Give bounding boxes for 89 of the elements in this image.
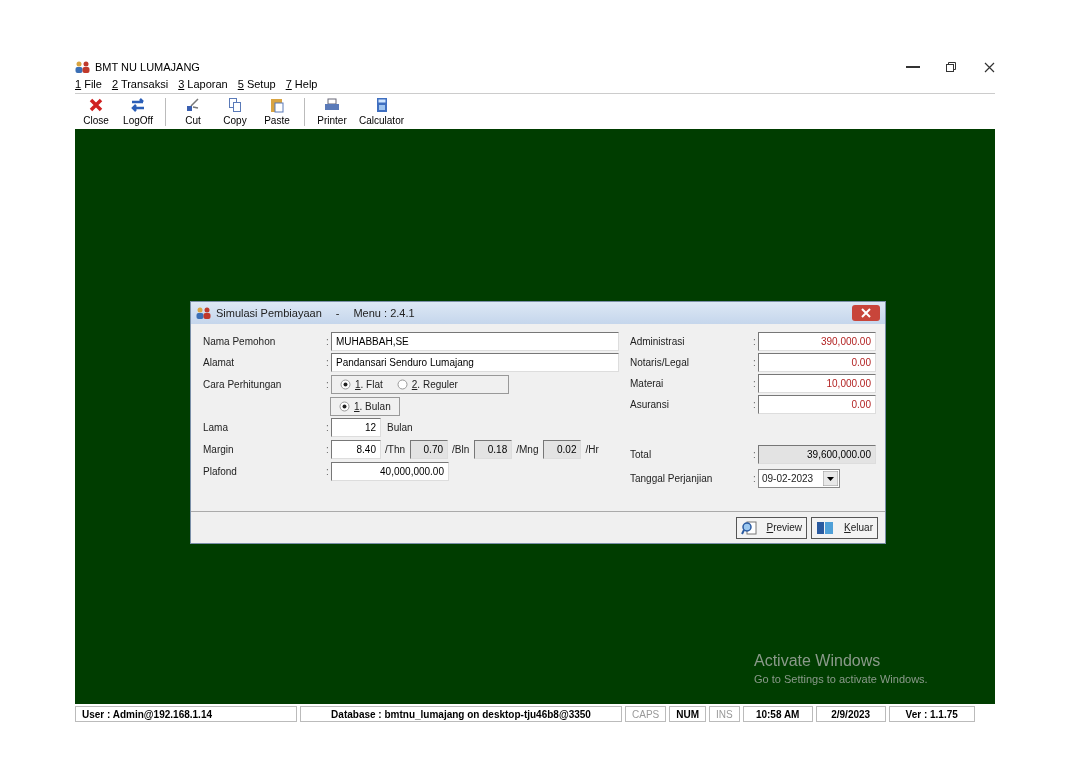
toolbar-button[interactable]: Printer (311, 96, 353, 127)
field-label: Total (630, 448, 653, 462)
unit-label: Bulan (387, 421, 413, 435)
colon-separator: : (753, 448, 756, 462)
field-label: Materai (630, 377, 665, 391)
unit-label: /Mng (516, 442, 539, 457)
field-label: Alamat (203, 356, 236, 370)
radio-circle-icon (339, 400, 350, 412)
text-field: 0.02 (543, 439, 582, 459)
field-label: Notaris/Legal (630, 356, 690, 370)
radio-circle-icon (340, 378, 351, 390)
field-label: Plafond (203, 464, 238, 479)
unit-label: /Thn (385, 442, 405, 457)
dropdown-arrow-icon[interactable] (823, 470, 838, 486)
clipboard-icon (269, 96, 285, 113)
text-field[interactable]: 0.00 (758, 395, 876, 414)
activation-hint: Go to Settings to activate Windows. (754, 672, 928, 687)
people-icon (75, 61, 91, 73)
colon-separator: : (753, 335, 756, 349)
unit-label: /Bln (452, 442, 470, 457)
toolbar-button[interactable]: Calculator (353, 96, 411, 127)
toolbar-button[interactable]: Cut (172, 96, 214, 127)
window-title: BMT NU LUMAJANG (95, 59, 200, 75)
dialog-title: Simulasi Pembiayaan (216, 305, 322, 321)
colon-separator: : (753, 377, 756, 391)
field-label: Asuransi (630, 398, 670, 412)
menu-code: Menu : 2.4.1 (353, 305, 415, 321)
field-label: Cara Perhitungan (203, 377, 283, 392)
status-panel: INS (709, 706, 740, 722)
exit-button[interactable]: Keluar (811, 516, 878, 539)
activation-title: Activate Windows (754, 651, 882, 671)
date-picker[interactable]: 09-02-2023 (758, 468, 840, 488)
status-panel: 10:58 AM (742, 706, 813, 722)
field-label: Administrasi (630, 335, 686, 349)
colon-separator: : (753, 398, 756, 412)
status-panel: NUM (669, 706, 706, 722)
radio-circle-icon (396, 378, 408, 390)
colon-separator: : (326, 356, 329, 370)
menu-item[interactable]: 3 Laporan (178, 76, 228, 93)
toolbar-button[interactable]: Copy (214, 96, 256, 127)
colon-separator: : (753, 356, 756, 370)
text-field[interactable]: MUHABBAH,SE (331, 332, 619, 351)
text-field[interactable]: Pandansari Senduro Lumajang (331, 353, 619, 372)
text-field[interactable]: 12 (331, 418, 381, 437)
field-label: Margin (203, 442, 235, 457)
menu-item[interactable]: 5 Setup (237, 76, 276, 93)
status-panel: CAPS (625, 706, 667, 722)
text-field[interactable]: 10,000.00 (758, 374, 876, 393)
menu-item[interactable]: 7 Help (285, 76, 318, 93)
field-label: Lama (203, 421, 229, 435)
status-panel: User : Admin@192.168.1.14 (75, 706, 297, 722)
radio-button[interactable]: 1. Bulan (339, 398, 391, 414)
text-field: 0.18 (474, 439, 513, 459)
preview-button[interactable]: Preview (735, 516, 808, 539)
status-panel: Ver : 1.1.75 (888, 706, 975, 722)
cross-icon (88, 96, 104, 113)
field-label: Tanggal Perjanjian (630, 471, 714, 486)
printer-icon (324, 96, 340, 113)
colon-separator: : (326, 442, 329, 457)
text-field[interactable]: 390,000.00 (758, 332, 876, 351)
colon-separator: : (326, 377, 329, 392)
colon-separator: : (326, 335, 329, 349)
toolbar-button[interactable]: Paste (256, 96, 298, 127)
colon-separator: : (326, 464, 329, 479)
close-icon[interactable] (984, 61, 995, 73)
toolbar-button[interactable]: LogOff (117, 96, 159, 127)
text-field[interactable]: 40,000,000.00 (331, 461, 449, 481)
scissors-icon (185, 96, 201, 113)
radio-button[interactable]: 1. Flat (340, 376, 383, 392)
status-panel: Database : bmtnu_lumajang on desktop-tju46b8@3350 (300, 706, 622, 722)
menu-item[interactable]: 2 Transaksi (111, 76, 169, 93)
people-icon (196, 307, 212, 319)
door-icon (816, 520, 835, 535)
restore-icon[interactable] (946, 62, 956, 72)
toolbar-button[interactable]: Close (75, 96, 117, 127)
magnifier-icon (740, 520, 757, 535)
unit-label: /Hr (585, 442, 599, 457)
swap-arrows-icon (130, 96, 146, 113)
text-field[interactable]: 0.00 (758, 353, 876, 372)
status-panel: 2/9/2023 (815, 706, 886, 722)
copy-icon (227, 96, 243, 113)
text-field: 0.70 (410, 439, 448, 459)
menu-item[interactable]: 1 File (75, 76, 102, 93)
colon-separator: : (326, 421, 329, 435)
radio-button[interactable]: 2. Reguler (396, 376, 458, 392)
text-field[interactable]: 8.40 (331, 439, 381, 459)
field-label: Nama Pemohon (203, 335, 277, 349)
colon-separator: : (753, 471, 756, 486)
title-separator: - (335, 305, 340, 321)
